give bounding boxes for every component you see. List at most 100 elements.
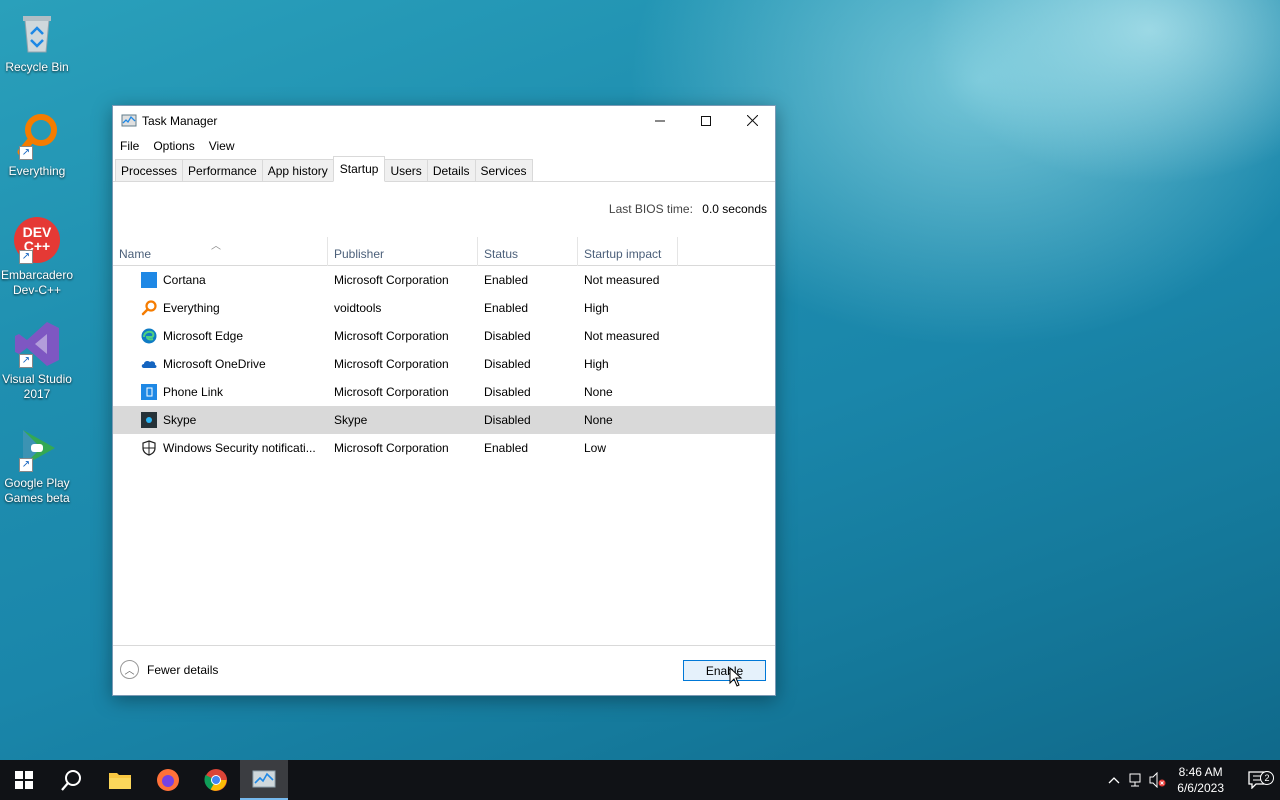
system-tray: 8:46 AM 6/6/2023 2 xyxy=(1103,760,1280,800)
minimize-icon xyxy=(655,120,665,121)
cell-status: Enabled xyxy=(484,301,529,315)
desktop-icon-label: Everything xyxy=(8,164,66,178)
shield-icon xyxy=(141,440,157,456)
cell-publisher: Microsoft Corporation xyxy=(334,441,449,455)
title-bar[interactable]: Task Manager xyxy=(113,106,775,135)
cell-impact: None xyxy=(584,385,613,399)
tab-users[interactable]: Users xyxy=(384,159,428,181)
taskbar-firefox[interactable] xyxy=(144,760,192,800)
table-row[interactable]: Microsoft OneDrive Microsoft Corporation… xyxy=(113,350,775,378)
network-button[interactable] xyxy=(1125,772,1147,788)
tab-processes[interactable]: Processes xyxy=(115,159,184,181)
maximize-icon xyxy=(701,115,711,126)
desktop-icon-visual-studio[interactable]: ↗ Visual Studio 2017 xyxy=(0,320,74,402)
cell-publisher: Microsoft Corporation xyxy=(334,357,449,371)
cell-publisher: Skype xyxy=(334,413,368,427)
taskbar-file-explorer[interactable] xyxy=(96,760,144,800)
everything-icon: ↗ xyxy=(13,112,61,160)
folder-icon xyxy=(109,773,131,789)
bios-time: Last BIOS time: 0.0 seconds xyxy=(609,202,767,216)
notification-badge: 2 xyxy=(1260,771,1274,785)
menu-view[interactable]: View xyxy=(205,139,239,153)
desktop-icon-label: Google Play Games beta xyxy=(4,476,70,505)
task-manager-icon xyxy=(121,113,137,129)
cell-name: Microsoft OneDrive xyxy=(163,357,266,371)
table-row[interactable]: Everything voidtools Enabled High xyxy=(113,294,775,322)
cell-publisher: voidtools xyxy=(334,301,382,315)
minimize-button[interactable] xyxy=(637,106,683,135)
cell-impact: Low xyxy=(584,441,607,455)
action-center-button[interactable]: 2 xyxy=(1236,771,1280,789)
column-header-name[interactable]: Name xyxy=(113,237,328,266)
search-button[interactable] xyxy=(48,760,96,800)
shortcut-arrow-icon: ↗ xyxy=(19,250,33,264)
desktop-icon-recycle-bin[interactable]: Recycle Bin xyxy=(0,8,74,75)
cell-status: Enabled xyxy=(484,273,529,287)
window-title: Task Manager xyxy=(142,113,218,128)
firefox-icon xyxy=(157,769,179,791)
windows-logo-icon xyxy=(15,771,33,789)
desktop-icon-label: Embarcadero Dev-C++ xyxy=(0,268,74,297)
onedrive-icon xyxy=(141,356,157,372)
shortcut-arrow-icon: ↗ xyxy=(19,354,33,368)
devcpp-logo-text: DEV C++ xyxy=(22,224,52,254)
volume-button[interactable] xyxy=(1147,772,1169,788)
cell-publisher: Microsoft Corporation xyxy=(334,385,449,399)
cortana-icon xyxy=(141,272,157,288)
mouse-cursor-icon xyxy=(729,667,743,687)
fewer-details-button[interactable]: ︿ Fewer details xyxy=(120,660,218,679)
table-row[interactable]: Microsoft Edge Microsoft Corporation Dis… xyxy=(113,322,775,350)
shortcut-arrow-icon: ↗ xyxy=(19,458,33,472)
desktop-icon-label: Recycle Bin xyxy=(5,60,69,74)
cell-impact: Not measured xyxy=(584,329,660,343)
fewer-details-label: Fewer details xyxy=(147,662,219,677)
cell-name: Windows Security notificati... xyxy=(163,441,316,455)
chrome-icon xyxy=(204,769,227,791)
cell-impact: High xyxy=(584,357,609,371)
desktop-icon-google-play-games[interactable]: ↗ Google Play Games beta xyxy=(0,424,74,506)
menu-bar: File Options View xyxy=(113,135,775,156)
table-row[interactable]: Phone Link Microsoft Corporation Disable… xyxy=(113,378,775,406)
taskbar-task-manager[interactable] xyxy=(240,760,288,800)
recycle-bin-icon xyxy=(13,8,61,56)
enable-button[interactable]: Enable xyxy=(683,660,766,681)
volume-muted-icon xyxy=(1149,772,1166,788)
tab-details[interactable]: Details xyxy=(426,159,476,181)
close-icon xyxy=(746,115,758,126)
taskbar: 8:46 AM 6/6/2023 2 xyxy=(0,760,1280,800)
table-row[interactable]: Windows Security notificati... Microsoft… xyxy=(113,434,775,462)
desktop-icon-devcpp[interactable]: DEV C++ ↗ Embarcadero Dev-C++ xyxy=(0,216,74,298)
table-row-selected[interactable]: Skype Skype Disabled None xyxy=(113,406,775,434)
taskbar-chrome[interactable] xyxy=(192,760,240,800)
devcpp-icon: DEV C++ ↗ xyxy=(13,216,61,264)
clock[interactable]: 8:46 AM 6/6/2023 xyxy=(1177,764,1224,796)
tab-startup[interactable]: Startup xyxy=(332,156,386,182)
cell-publisher: Microsoft Corporation xyxy=(334,329,449,343)
close-button[interactable] xyxy=(729,106,775,135)
tab-performance[interactable]: Performance xyxy=(182,159,263,181)
show-hidden-icons-button[interactable] xyxy=(1103,776,1125,784)
cell-name: Cortana xyxy=(163,273,206,287)
start-button[interactable] xyxy=(0,760,48,800)
cell-status: Disabled xyxy=(484,413,531,427)
desktop-icon-everything[interactable]: ↗ Everything xyxy=(0,112,74,179)
menu-file[interactable]: File xyxy=(116,139,143,153)
clock-date: 6/6/2023 xyxy=(1177,781,1224,795)
cell-impact: None xyxy=(584,413,613,427)
menu-options[interactable]: Options xyxy=(149,139,198,153)
phone-link-icon xyxy=(141,384,157,400)
maximize-button[interactable] xyxy=(683,106,729,135)
column-header-status[interactable]: Status xyxy=(478,237,578,266)
column-header-publisher[interactable]: Publisher xyxy=(328,237,478,266)
google-play-games-icon: ↗ xyxy=(13,424,61,472)
tab-services[interactable]: Services xyxy=(474,159,533,181)
cell-status: Disabled xyxy=(484,329,531,343)
bios-time-value: 0.0 seconds xyxy=(702,202,767,216)
table-row[interactable]: Cortana Microsoft Corporation Enabled No… xyxy=(113,266,775,294)
tab-app-history[interactable]: App history xyxy=(261,159,334,181)
cell-status: Enabled xyxy=(484,441,529,455)
cell-name: Phone Link xyxy=(163,385,224,399)
shortcut-arrow-icon: ↗ xyxy=(19,146,33,160)
clock-time: 8:46 AM xyxy=(1178,765,1223,779)
column-header-startup-impact[interactable]: Startup impact xyxy=(578,237,678,266)
